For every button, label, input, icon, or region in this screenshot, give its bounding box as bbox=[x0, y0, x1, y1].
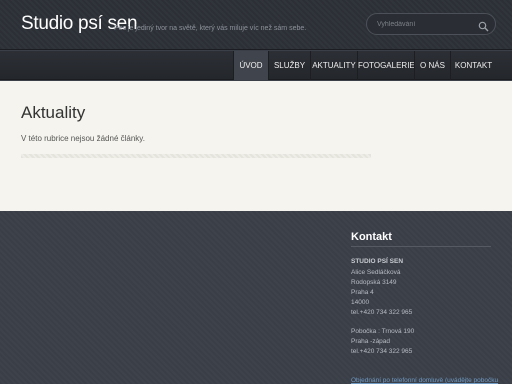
contact-name: Alice Sedláčková bbox=[351, 269, 401, 276]
nav-item-kontakt[interactable]: KONTAKT bbox=[450, 51, 496, 80]
contact-city: Praha 4 bbox=[351, 289, 374, 296]
search-icon[interactable] bbox=[478, 19, 489, 32]
nav-item-fotogalerie[interactable]: FOTOGALERIE bbox=[357, 51, 415, 80]
nav-item-uvod[interactable]: ÚVOD bbox=[233, 51, 268, 80]
nav-item-o-nas[interactable]: O NÁS bbox=[414, 51, 450, 80]
divider bbox=[21, 154, 371, 158]
order-link[interactable]: Objednání po telefonní domluvě (uvádějte… bbox=[351, 377, 498, 384]
search-input[interactable] bbox=[377, 18, 477, 30]
empty-message: V této rubrice nejsou žádné články. bbox=[21, 134, 145, 143]
main-content: Aktuality V této rubrice nejsou žádné čl… bbox=[0, 81, 512, 211]
contact-title: Kontakt bbox=[351, 231, 392, 243]
site-header: Studio psí sen Pes je jediný tvor na svě… bbox=[0, 0, 512, 50]
contact-divider bbox=[351, 246, 491, 247]
page-title: Aktuality bbox=[21, 103, 86, 122]
contact-company: STUDIO PSÍ SEN bbox=[351, 258, 404, 265]
main-nav: ÚVOD SLUŽBY AKTUALITY FOTOGALERIE O NÁS … bbox=[0, 51, 512, 80]
search-box bbox=[366, 13, 496, 35]
contact-branch-phone: tel.+420 734 322 965 bbox=[351, 348, 413, 355]
site-slogan: Pes je jediný tvor na světě, který vás m… bbox=[114, 25, 307, 32]
contact-branch-city: Praha -západ bbox=[351, 338, 391, 345]
contact-zip: 14000 bbox=[351, 299, 370, 306]
nav-item-sluzby[interactable]: SLUŽBY bbox=[268, 51, 310, 80]
contact-street: Rodopská 3149 bbox=[351, 279, 397, 286]
nav-item-aktuality[interactable]: AKTUALITY bbox=[310, 51, 357, 80]
contact-phone: tel.+420 734 322 965 bbox=[351, 309, 413, 316]
contact-branch: Pobočka : Trnová 190 bbox=[351, 328, 415, 335]
site-footer: Kontakt STUDIO PSÍ SEN Alice Sedláčková … bbox=[0, 211, 512, 384]
